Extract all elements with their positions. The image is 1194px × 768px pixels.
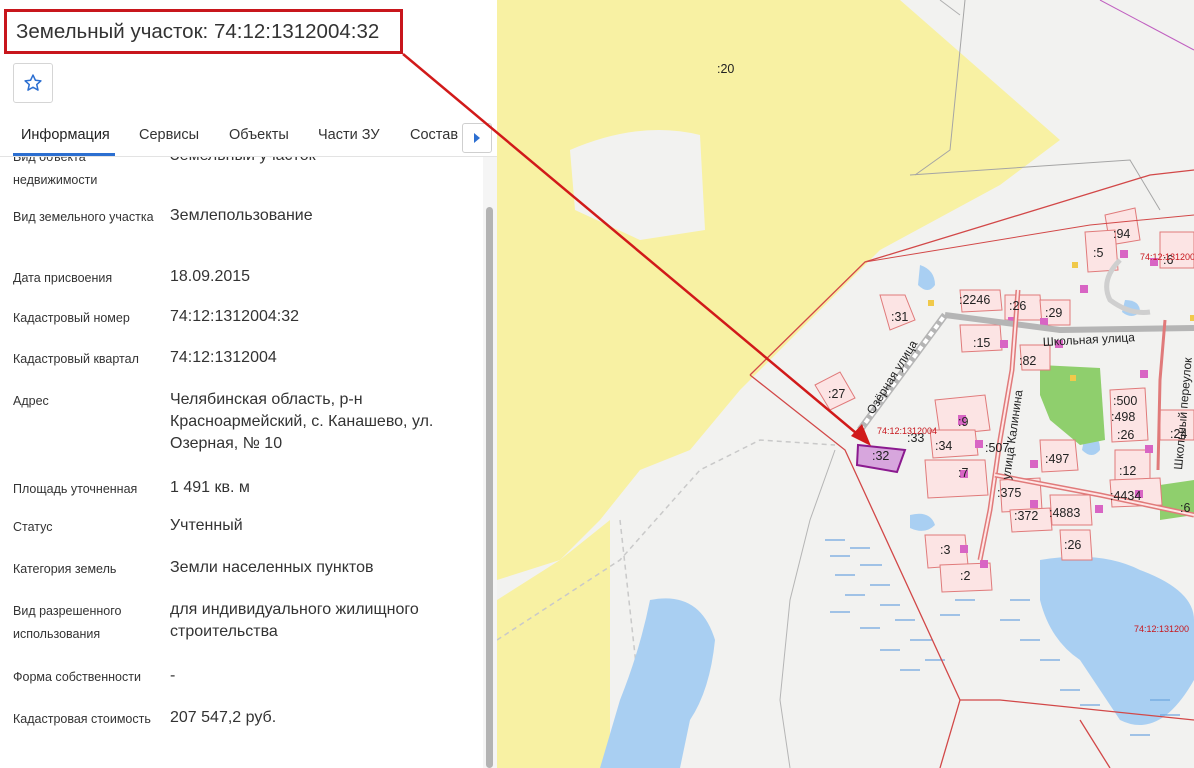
parcel-label: :4434	[1110, 489, 1141, 503]
parcel-label: :372	[1014, 509, 1038, 523]
field-label: Вид объекта недвижимости	[13, 157, 98, 187]
field-value: Челябинская область, р-н Красноармейский…	[170, 391, 434, 452]
field-value: Учтенный	[170, 517, 243, 534]
caret-right-icon	[474, 133, 480, 143]
map-canvas[interactable]: :32 :20 :31 :27 :2246 :26 :29 :15 :82 :9…	[497, 0, 1194, 768]
parcel-label: :9	[958, 415, 968, 429]
parcel-label: :6	[1180, 501, 1190, 515]
object-title-text: Земельный участок: 74:12:1312004:32	[16, 19, 380, 43]
field-label: Вид земельного участка	[13, 210, 154, 224]
parcel-label: :29	[1045, 306, 1062, 320]
field-label: Дата присвоения	[13, 271, 113, 285]
object-title: Земельный участок: 74:12:1312004:32	[4, 9, 403, 54]
field-label: Адрес	[13, 394, 49, 408]
parcel-label: :2246	[959, 293, 990, 307]
field-label: Кадастровая стоимость	[13, 712, 151, 726]
parcel-label: :82	[1019, 354, 1036, 368]
quarter-label: 74:12:131200	[1134, 624, 1189, 634]
star-icon	[24, 74, 42, 91]
field-value: 74:12:1312004	[170, 349, 277, 366]
tab-parcel-parts[interactable]: Части ЗУ	[318, 127, 380, 143]
parcel-label: :3	[940, 543, 950, 557]
parcel-label: :498	[1111, 410, 1135, 424]
field-value: Землепользование	[170, 207, 313, 224]
attribute-list: Вид объекта недвижимости Земельный участ…	[0, 157, 483, 768]
parcel-label: :500	[1113, 394, 1137, 408]
parcel-label: :27	[828, 387, 845, 401]
tab-info[interactable]: Информация	[21, 127, 110, 143]
parcel-label: :497	[1045, 452, 1069, 466]
field-label: Площадь уточненная	[13, 482, 138, 496]
parcel-label: :2	[960, 569, 970, 583]
parcel-label: :26	[1009, 299, 1026, 313]
parcel-label: :4883	[1049, 506, 1080, 520]
quarter-label: 74:12:1312004	[877, 426, 937, 436]
tab-composition[interactable]: Состав	[410, 127, 458, 143]
info-panel: Земельный участок: 74:12:1312004:32 Инфо…	[0, 0, 497, 768]
field-value: Земли населенных пунктов	[170, 559, 374, 576]
field-label: Кадастровый номер	[13, 311, 130, 325]
field-label: Категория земель	[13, 562, 117, 576]
scrollbar-thumb[interactable]	[486, 207, 493, 768]
field-value: 74:12:1312004:32	[170, 308, 300, 325]
parcel-label: :26	[1117, 428, 1134, 442]
map-view[interactable]: :32 :20 :31 :27 :2246 :26 :29 :15 :82 :9…	[497, 0, 1194, 768]
parcel-label: :20	[717, 62, 734, 76]
parcel-label: :31	[891, 310, 908, 324]
favorite-button[interactable]	[13, 63, 53, 103]
tab-scroll-right-button[interactable]	[462, 123, 492, 153]
field-label: Форма собственности	[13, 670, 141, 684]
tab-services[interactable]: Сервисы	[139, 127, 199, 143]
parcel-label: :375	[997, 486, 1021, 500]
field-value: 1 491 кв. м	[170, 479, 250, 496]
parcel-label: :34	[935, 439, 952, 453]
parcel-label: :7	[958, 466, 968, 480]
parcel-label: :26	[1064, 538, 1081, 552]
tab-objects[interactable]: Объекты	[229, 127, 289, 143]
parcel-label: :94	[1113, 227, 1130, 241]
field-label: Вид разрешенного использования	[13, 604, 122, 641]
field-value: для индивидуального жилищного строительс…	[170, 601, 419, 640]
field-value: Земельный участок	[170, 157, 465, 167]
active-tab-indicator	[13, 153, 115, 156]
selected-parcel-label: :32	[872, 449, 889, 463]
field-value: 18.09.2015	[170, 268, 251, 285]
field-label: Кадастровый квартал	[13, 352, 139, 366]
parcel-label: :12	[1119, 464, 1136, 478]
quarter-label: 74:12:1312004	[1140, 252, 1194, 262]
parcel-label: :15	[973, 336, 990, 350]
field-value: -	[170, 667, 176, 684]
field-label: Статус	[13, 520, 53, 534]
field-value: 207 547,2 руб.	[170, 709, 277, 726]
parcel-label: :5	[1093, 246, 1103, 260]
tab-bar: Информация Сервисы Объекты Части ЗУ Сост…	[0, 118, 497, 157]
